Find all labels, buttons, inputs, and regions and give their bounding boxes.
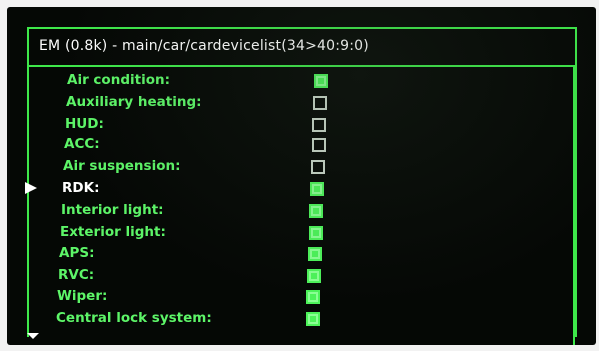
checkbox-rdk[interactable] (310, 182, 324, 196)
scroll-down-arrow-icon[interactable] (27, 333, 39, 339)
checkbox-interior-light[interactable] (309, 204, 323, 218)
list-item-label: RDK: (62, 180, 100, 196)
list-item-label: Central lock system: (56, 310, 212, 326)
list-item-exterior-light[interactable]: Exterior light: (29, 223, 549, 243)
checkbox-rvc[interactable] (307, 269, 321, 283)
list-item-air-suspension[interactable]: Air suspension: (29, 157, 549, 177)
title-bar: EM (0.8k) - main/car/cardevicelist(34>40… (29, 29, 575, 67)
selection-cursor-icon (25, 182, 37, 194)
list-item-interior-light[interactable]: Interior light: (29, 201, 549, 221)
frame-right-edge (573, 67, 575, 345)
list-item-label: RVC: (58, 267, 95, 283)
page-title: EM (0.8k) - main/car/cardevicelist(34>40… (39, 38, 369, 54)
photo-background: EM (0.8k) - main/car/cardevicelist(34>40… (0, 0, 599, 351)
checkbox-central-lock-system[interactable] (306, 312, 320, 326)
checkbox-aps[interactable] (308, 247, 322, 261)
list-item-label: Interior light: (61, 202, 164, 218)
list-item-acc[interactable]: ACC: (29, 135, 549, 155)
list-item-label: HUD: (65, 116, 104, 132)
checkbox-acc[interactable] (312, 138, 326, 152)
list-item-aps[interactable]: APS: (29, 244, 549, 264)
list-item-air-condition[interactable]: Air condition: (29, 71, 549, 91)
list-item-wiper[interactable]: Wiper: (29, 287, 549, 307)
list-item-rdk[interactable]: RDK: (25, 179, 549, 199)
list-item-label: Wiper: (57, 288, 108, 304)
list-item-label: Air condition: (67, 72, 170, 88)
list-item-central-lock-system[interactable]: Central lock system: (29, 309, 549, 329)
list-item-label: Air suspension: (63, 158, 181, 174)
checkbox-exterior-light[interactable] (309, 226, 323, 240)
list-item-auxiliary-heating[interactable]: Auxiliary heating: (29, 93, 549, 113)
checkbox-air-suspension[interactable] (311, 160, 325, 174)
mmi-screen: EM (0.8k) - main/car/cardevicelist(34>40… (7, 7, 596, 345)
list-item-rvc[interactable]: RVC: (29, 266, 549, 286)
checkbox-auxiliary-heating[interactable] (313, 96, 327, 110)
checkbox-air-condition[interactable] (314, 74, 328, 88)
list-item-label: ACC: (64, 136, 100, 152)
list-item-hud[interactable]: HUD: (29, 115, 549, 135)
list-item-label: Auxiliary heating: (66, 94, 202, 110)
list-item-label: Exterior light: (60, 224, 166, 240)
checkbox-wiper[interactable] (306, 290, 320, 304)
checkbox-hud[interactable] (312, 118, 326, 132)
list-item-label: APS: (59, 245, 95, 261)
